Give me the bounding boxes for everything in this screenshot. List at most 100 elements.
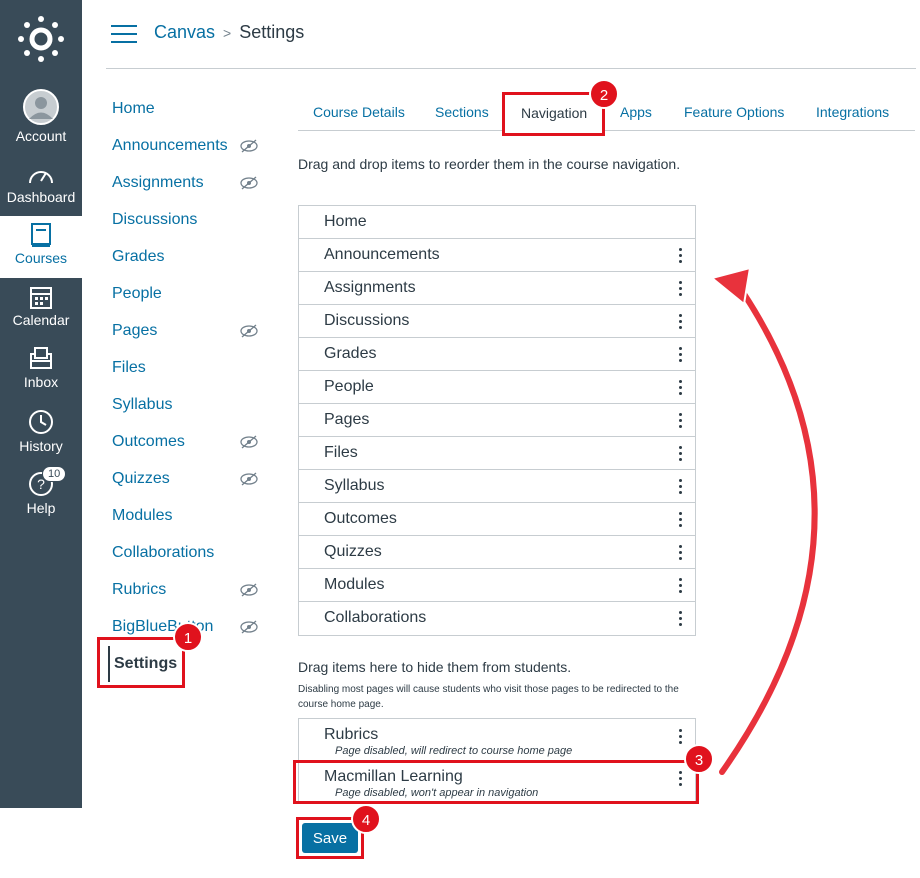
course-nav-item[interactable]: Outcomes <box>112 433 272 470</box>
hamburger-menu-icon[interactable] <box>111 25 137 45</box>
hidden-items-heading: Drag items here to hide them from studen… <box>298 659 572 675</box>
global-nav-history[interactable]: History <box>0 408 82 454</box>
course-nav-item[interactable]: People <box>112 285 272 322</box>
nav-list-item[interactable]: People <box>299 371 695 404</box>
course-nav-label: Collaborations <box>112 544 215 561</box>
course-nav-label: Grades <box>112 248 165 265</box>
nav-list-item[interactable]: Syllabus <box>299 470 695 503</box>
kebab-menu-icon[interactable] <box>679 347 683 365</box>
calendar-icon <box>30 287 52 309</box>
course-nav-item[interactable]: Announcements <box>112 137 272 174</box>
course-nav-settings[interactable]: Settings <box>97 637 185 688</box>
course-nav-item[interactable]: Home <box>112 100 272 137</box>
tab-apps[interactable]: Apps <box>620 104 652 120</box>
nav-list-item[interactable]: Outcomes <box>299 503 695 536</box>
step-marker-3: 3 <box>684 744 714 774</box>
course-nav-item[interactable]: Quizzes <box>112 470 272 507</box>
global-nav-courses[interactable]: Courses <box>0 216 82 278</box>
nav-list-item-name: People <box>324 378 374 395</box>
nav-list-item[interactable]: Collaborations <box>299 602 695 635</box>
hidden-eye-icon <box>240 472 258 486</box>
course-nav-settings-label: Settings <box>114 655 178 672</box>
kebab-menu-icon[interactable] <box>679 248 683 266</box>
kebab-menu-icon[interactable] <box>679 512 683 530</box>
global-nav-account[interactable]: Account <box>0 88 82 144</box>
tab-navigation-label: Navigation <box>521 105 588 121</box>
kebab-menu-icon[interactable] <box>679 578 683 596</box>
course-nav-item[interactable]: Discussions <box>112 211 272 248</box>
kebab-menu-icon[interactable] <box>679 479 683 497</box>
breadcrumb-current: Settings <box>239 22 305 42</box>
global-nav-help[interactable]: ? 10 Help <box>0 466 82 516</box>
course-nav-label: People <box>112 285 162 302</box>
enabled-nav-list: Home Announcements Assignments Discussions G… <box>298 205 696 636</box>
nav-list-item[interactable]: Quizzes <box>299 536 695 569</box>
course-navigation: Home Announcements Assignments Discussions G… <box>112 100 272 655</box>
courses-icon <box>31 223 51 247</box>
page-header: Canvas > Settings <box>106 0 916 69</box>
drag-arrow-annotation <box>709 266 820 778</box>
course-nav-label: Quizzes <box>112 470 170 487</box>
nav-list-item[interactable]: Grades <box>299 338 695 371</box>
course-nav-label: Files <box>112 359 146 376</box>
course-nav-label: Syllabus <box>112 396 173 413</box>
nav-list-item[interactable]: Discussions <box>299 305 695 338</box>
nav-list-item-name: Assignments <box>324 279 416 296</box>
global-nav-label: Inbox <box>23 374 59 390</box>
global-nav-calendar[interactable]: Calendar <box>0 284 82 328</box>
course-nav-label: Discussions <box>112 211 198 228</box>
course-nav-item[interactable]: Modules <box>112 507 272 544</box>
kebab-menu-icon[interactable] <box>679 281 683 299</box>
nav-list-item-name: Quizzes <box>324 543 382 560</box>
course-nav-label: Outcomes <box>112 433 185 450</box>
account-icon <box>23 89 59 125</box>
disabled-nav-item[interactable]: Rubrics Page disabled, will redirect to … <box>299 719 695 761</box>
course-nav-item[interactable]: Pages <box>112 322 272 359</box>
course-nav-item[interactable]: Syllabus <box>112 396 272 433</box>
kebab-menu-icon[interactable] <box>679 611 683 629</box>
kebab-menu-icon[interactable] <box>679 413 683 431</box>
global-nav-inbox[interactable]: Inbox <box>0 346 82 390</box>
course-nav-label: Announcements <box>112 137 228 154</box>
global-nav-dashboard[interactable]: Dashboard <box>0 163 82 205</box>
nav-list-item-name: Collaborations <box>324 609 427 626</box>
nav-list-item-name: Grades <box>324 345 377 362</box>
global-nav-label: Account <box>15 128 67 144</box>
nav-list-item[interactable]: Home <box>299 206 695 239</box>
kebab-menu-icon[interactable] <box>679 446 683 464</box>
step-marker-2: 2 <box>589 79 619 109</box>
kebab-menu-icon[interactable] <box>679 314 683 332</box>
kebab-menu-icon[interactable] <box>679 545 683 563</box>
history-icon <box>29 410 53 434</box>
nav-list-item[interactable]: Announcements <box>299 239 695 272</box>
nav-list-item-name: Outcomes <box>324 510 397 527</box>
tab-course-details[interactable]: Course Details <box>313 104 405 120</box>
course-nav-item[interactable]: Collaborations <box>112 544 272 581</box>
course-nav-item[interactable]: Rubrics <box>112 581 272 618</box>
nav-list-item[interactable]: Files <box>299 437 695 470</box>
inbox-icon <box>30 347 52 369</box>
tab-integrations[interactable]: Integrations <box>816 104 889 120</box>
kebab-menu-icon[interactable] <box>679 729 683 747</box>
tab-feature-options[interactable]: Feature Options <box>684 104 784 120</box>
course-nav-label: Pages <box>112 322 158 339</box>
save-button[interactable]: Save <box>302 823 358 853</box>
kebab-menu-icon[interactable] <box>679 380 683 398</box>
breadcrumb: Canvas > Settings <box>154 22 304 43</box>
tab-sections[interactable]: Sections <box>435 104 489 120</box>
breadcrumb-separator: > <box>223 25 232 41</box>
hidden-items-subtext: Disabling most pages will cause students… <box>298 684 679 710</box>
nav-list-item-name: Discussions <box>324 312 410 329</box>
nav-list-item[interactable]: Modules <box>299 569 695 602</box>
nav-list-item[interactable]: Assignments <box>299 272 695 305</box>
course-nav-item[interactable]: Files <box>112 359 272 396</box>
course-nav-label: Rubrics <box>112 581 167 598</box>
nav-list-item-name: Modules <box>324 576 385 593</box>
nav-list-item[interactable]: Pages <box>299 404 695 437</box>
step-marker-1: 1 <box>173 622 203 652</box>
nav-list-item-name: Announcements <box>324 246 440 263</box>
breadcrumb-canvas[interactable]: Canvas <box>154 22 215 42</box>
course-nav-item[interactable]: Grades <box>112 248 272 285</box>
canvas-logo-icon[interactable] <box>18 16 64 62</box>
course-nav-item[interactable]: Assignments <box>112 174 272 211</box>
